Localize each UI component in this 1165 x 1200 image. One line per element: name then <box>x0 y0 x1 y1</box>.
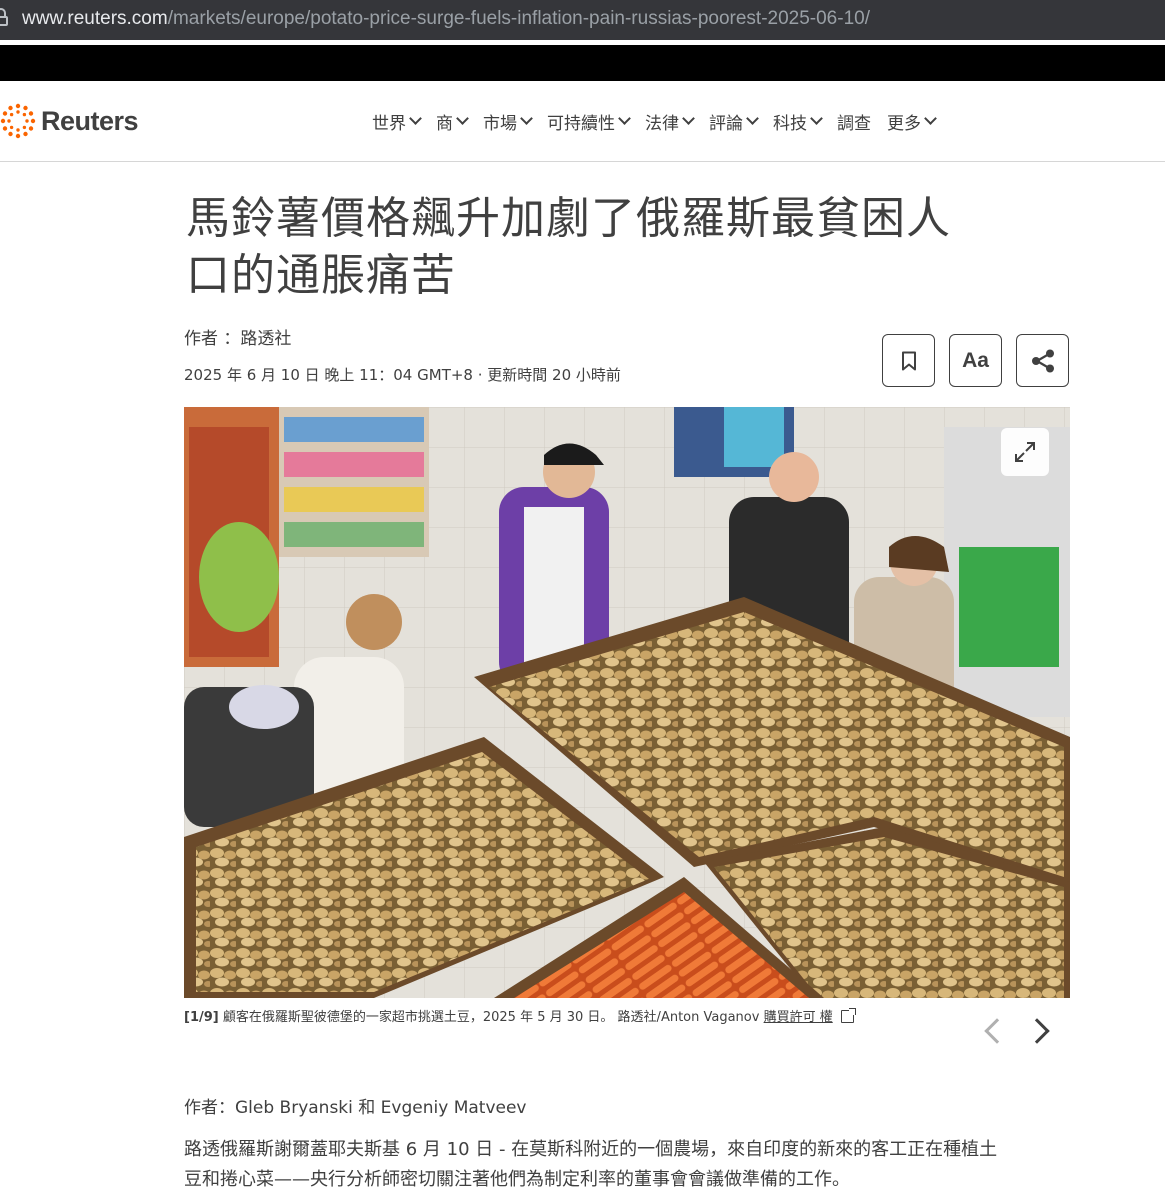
nav-item-label: 更多 <box>887 113 921 134</box>
article-photo[interactable] <box>184 407 1070 998</box>
nav-item-world[interactable]: 世界 <box>372 108 422 134</box>
chevron-down-icon <box>409 112 422 125</box>
expand-icon <box>1015 442 1035 462</box>
photo-caption: [1/9] 顧客在俄羅斯聖彼德堡的一家超市挑選土豆，2025 年 5 月 30 … <box>184 1006 856 1025</box>
nav-item-more[interactable]: 更多 <box>887 108 937 134</box>
lock-icon <box>0 8 10 26</box>
chevron-down-icon <box>746 112 759 125</box>
bookmarks-bar <box>0 45 1165 81</box>
chevron-down-icon <box>456 112 469 125</box>
nav-item-markets[interactable]: 市場 <box>483 108 533 134</box>
nav-item-legal[interactable]: 法律 <box>645 108 695 134</box>
browser-address-bar[interactable]: www.reuters.com/markets/europe/potato-pr… <box>0 0 1165 40</box>
headline-line-1: 馬鈴薯價格飆升加劇了俄羅斯最貧困人 <box>186 193 951 244</box>
share-icon <box>1031 349 1054 372</box>
url-path: /markets/europe/potato-price-surge-fuels… <box>167 8 870 29</box>
url-domain: www.reuters.com <box>22 8 168 29</box>
chevron-left-icon <box>984 1018 1010 1044</box>
article-body: 路透俄羅斯謝爾蓋耶夫斯基 6 月 10 日 - 在莫斯科附近的一個農場，來自印度… <box>184 1135 1074 1195</box>
article-byline: 作者 ：路透社 <box>184 329 292 349</box>
previous-photo-button[interactable] <box>980 1018 1010 1046</box>
bookmark-icon <box>901 351 916 370</box>
nav-item-investigations[interactable]: 調查 <box>837 108 871 134</box>
nav-item-business[interactable]: 商 <box>436 108 469 134</box>
external-link-icon[interactable] <box>840 1008 856 1023</box>
purchase-license-link[interactable]: 購買許可 權 <box>764 1010 833 1025</box>
reuters-logo-icon <box>0 103 36 139</box>
chevron-down-icon <box>618 112 631 125</box>
url-text[interactable]: www.reuters.com/markets/europe/potato-pr… <box>22 8 870 30</box>
article-headline: 馬鈴薯價格飆升加劇了俄羅斯最貧困人 口的通脹痛苦 <box>186 190 1086 304</box>
nav-item-label: 商 <box>436 113 453 134</box>
text-size-label: Aa <box>962 348 989 372</box>
chevron-right-icon <box>1024 1018 1050 1044</box>
article-dateline: 2025 年 6 月 10 日 晚上 11：04 GMT+8 · 更新時間 20… <box>184 366 621 384</box>
photo-counter: [1/9] <box>184 1010 219 1025</box>
headline-line-2: 口的通脹痛苦 <box>186 250 456 301</box>
bookmark-button[interactable] <box>882 334 935 387</box>
body-paragraph-line-1: 路透俄羅斯謝爾蓋耶夫斯基 6 月 10 日 - 在莫斯科附近的一個農場，來自印度… <box>184 1139 998 1160</box>
nav-item-opinion[interactable]: 評論 <box>709 108 759 134</box>
nav-item-sustainability[interactable]: 可持續性 <box>547 108 631 134</box>
nav-item-label: 世界 <box>372 113 406 134</box>
body-paragraph-line-2: 豆和捲心菜——央行分析師密切關注著他們為制定利率的董事會會議做準備的工作。 <box>184 1169 850 1190</box>
nav-item-label: 市場 <box>483 113 517 134</box>
chevron-down-icon <box>924 112 937 125</box>
text-size-button[interactable]: Aa <box>949 334 1002 387</box>
article-authors: 作者：Gleb Bryanski 和 Evgeniy Matveev <box>184 1098 527 1118</box>
nav-item-label: 評論 <box>709 113 743 134</box>
reuters-logo-text: Reuters <box>41 105 139 136</box>
share-button[interactable] <box>1016 334 1069 387</box>
main-nav: 世界 商 市場 可持續性 法律 評論 科技 調查 更多 <box>372 108 951 134</box>
site-header: Reuters 世界 商 市場 可持續性 法律 評論 科技 調查 更多 <box>0 81 1165 162</box>
caption-text: 顧客在俄羅斯聖彼德堡的一家超市挑選土豆，2025 年 5 月 30 日。 路透社… <box>218 1010 764 1025</box>
reuters-logo[interactable]: Reuters <box>0 99 139 143</box>
photo-illustration <box>184 407 1070 998</box>
nav-item-label: 可持續性 <box>547 113 615 134</box>
nav-item-label: 科技 <box>773 113 807 134</box>
nav-item-label: 調查 <box>837 113 871 134</box>
next-photo-button[interactable] <box>1024 1018 1056 1046</box>
chevron-down-icon <box>682 112 695 125</box>
chevron-down-icon <box>810 112 823 125</box>
chevron-down-icon <box>520 112 533 125</box>
nav-item-label: 法律 <box>645 113 679 134</box>
nav-item-technology[interactable]: 科技 <box>773 108 823 134</box>
expand-photo-button[interactable] <box>1001 428 1049 476</box>
